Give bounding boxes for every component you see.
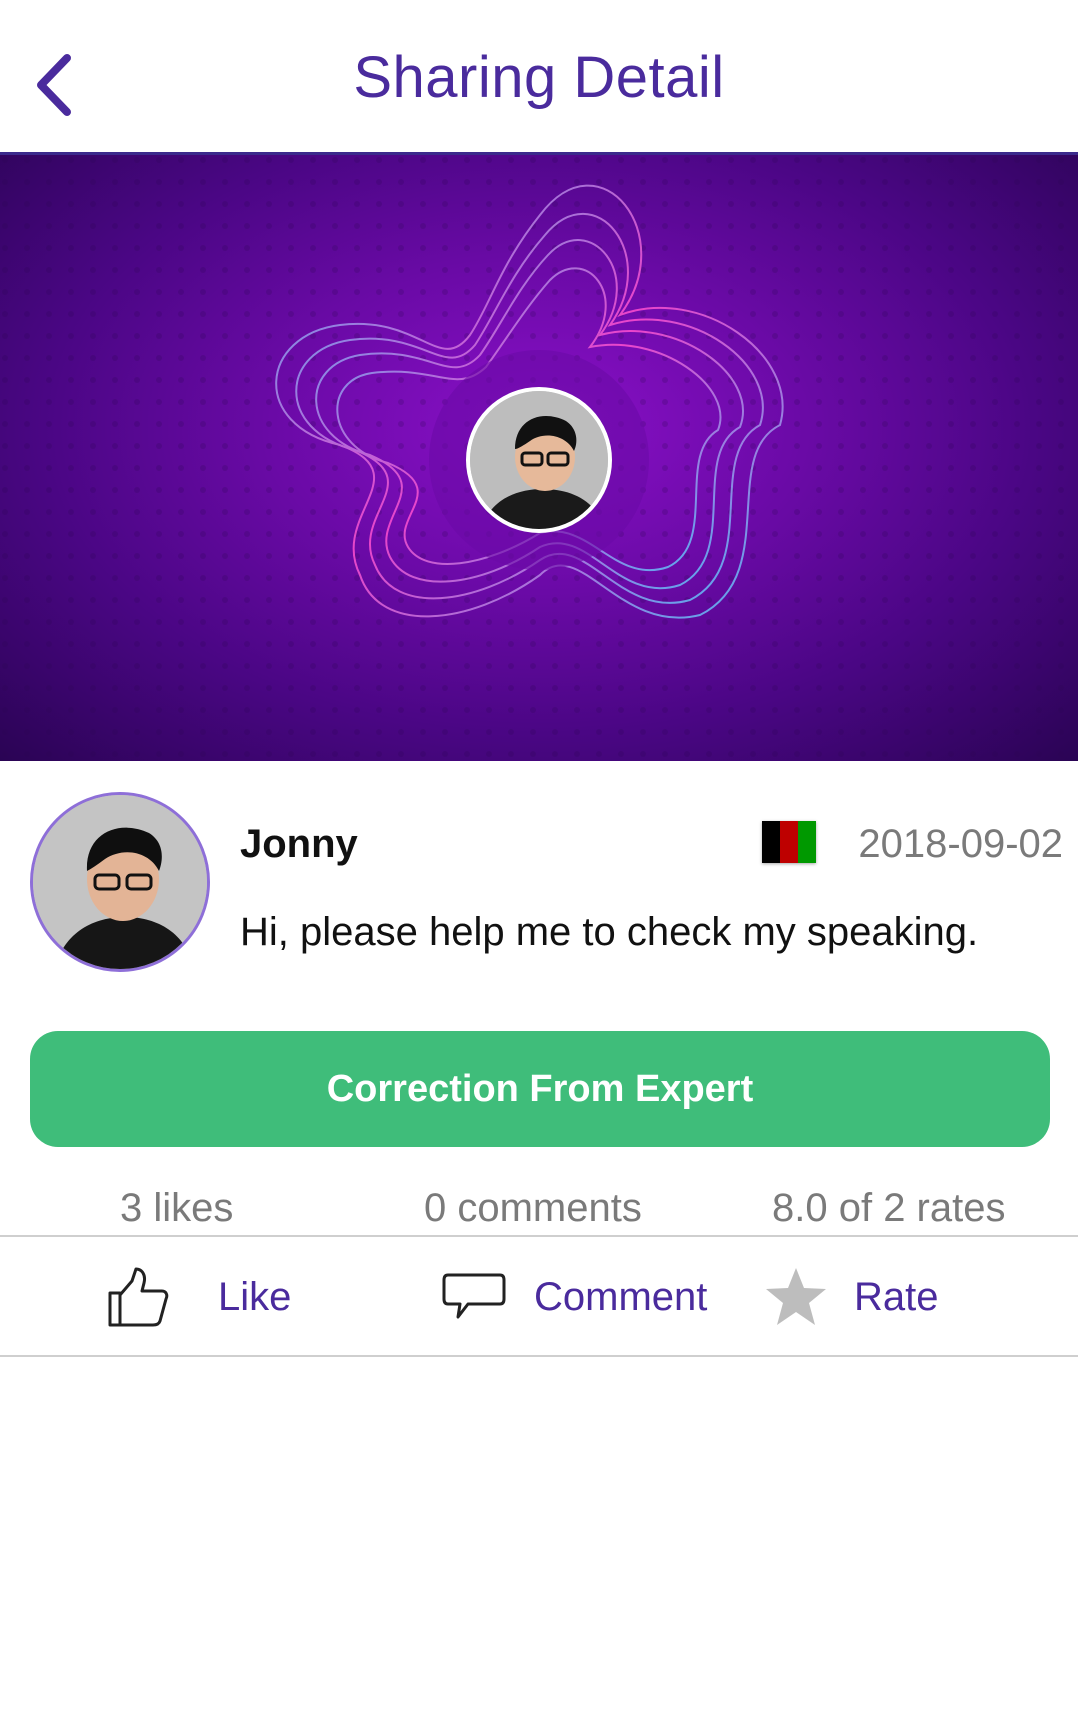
star-icon — [764, 1266, 828, 1328]
divider — [0, 1355, 1078, 1357]
like-label: Like — [218, 1274, 292, 1319]
comment-button[interactable]: Comment — [442, 1247, 707, 1347]
flag-stripe-green — [798, 821, 816, 863]
banner-avatar — [466, 387, 612, 533]
like-button[interactable]: Like — [106, 1247, 291, 1347]
post-date: 2018-09-02 — [858, 822, 1063, 866]
username[interactable]: Jonny — [240, 822, 358, 867]
rate-button[interactable]: Rate — [764, 1247, 939, 1347]
page-title: Sharing Detail — [353, 45, 725, 110]
thumbs-up-icon — [106, 1265, 170, 1329]
audio-visualizer-banner[interactable] — [0, 155, 1078, 761]
correction-from-expert-button[interactable]: Correction From Expert — [30, 1031, 1050, 1147]
rates-count: 8.0 of 2 rates — [772, 1186, 1006, 1230]
comments-count: 0 comments — [424, 1186, 642, 1230]
country-flag — [762, 821, 816, 863]
speech-bubble-icon — [442, 1271, 506, 1323]
likes-count: 3 likes — [120, 1186, 234, 1230]
flag-stripe-black — [762, 821, 780, 863]
top-bar: Sharing Detail — [0, 0, 1078, 155]
flag-stripe-red — [780, 821, 798, 863]
rate-label: Rate — [854, 1274, 939, 1319]
avatar[interactable] — [30, 792, 210, 972]
stats-row: 3 likes 0 comments 8.0 of 2 rates — [0, 1180, 1078, 1236]
divider — [0, 1235, 1078, 1237]
post-message: Hi, please help me to check my speaking. — [240, 910, 979, 954]
comment-label: Comment — [534, 1274, 708, 1319]
